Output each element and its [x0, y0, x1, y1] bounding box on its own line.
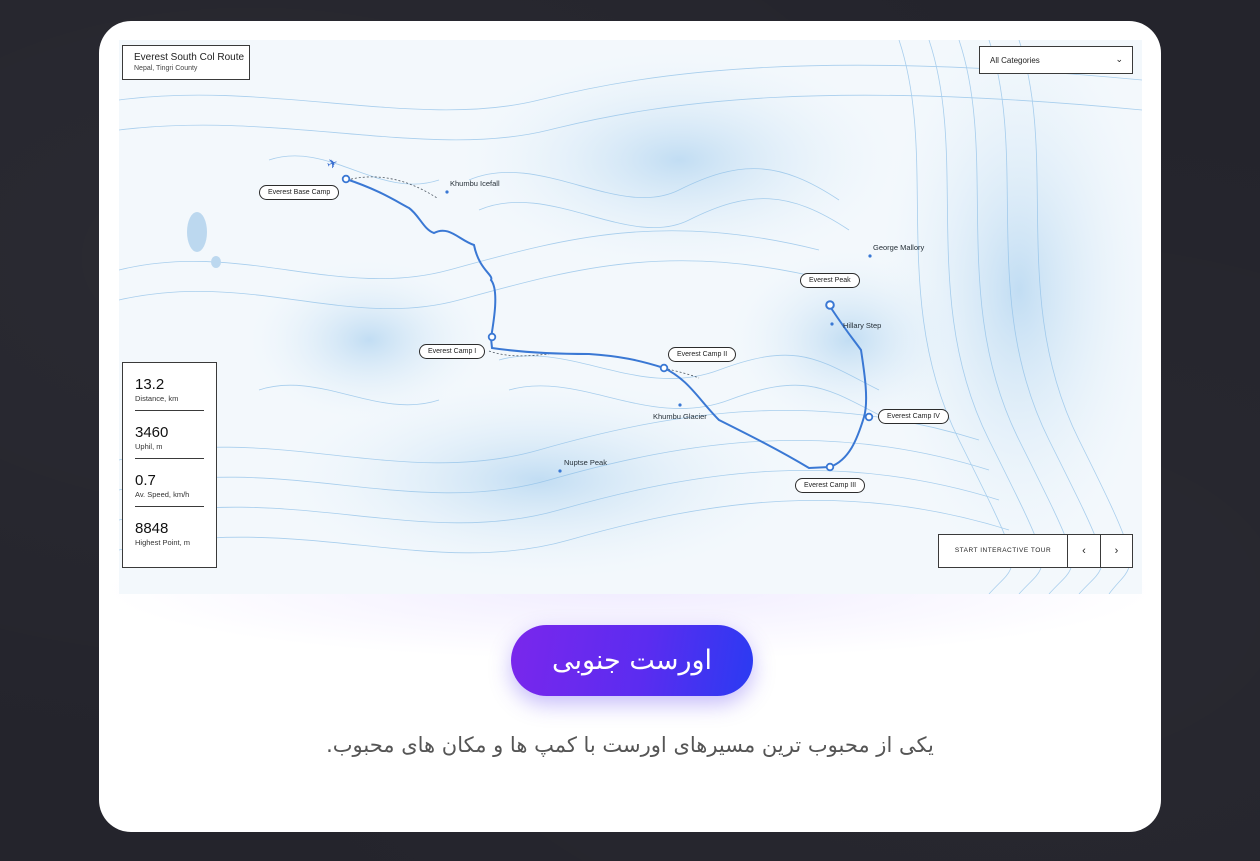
route-card: ✈ Everest South Col Route Nepal, Tingri … — [99, 21, 1161, 832]
camp-label-camp3[interactable]: Everest Camp III — [795, 478, 866, 493]
stat-highest-point: 8848 Highest Point, m — [135, 507, 204, 555]
place-khumbu-glacier: Khumbu Glacier — [653, 412, 707, 421]
route-heading-button[interactable]: اورست جنوبی — [511, 625, 753, 696]
terrain-contours — [119, 40, 1142, 594]
route-title: Everest South Col Route — [134, 52, 245, 63]
camp-label-camp2[interactable]: Everest Camp II — [668, 347, 737, 362]
route-subtitle: Nepal, Tingri County — [134, 65, 198, 72]
stat-label: Uphil, m — [135, 442, 163, 451]
tour-controls: START INTERACTIVE TOUR ‹ › — [938, 534, 1133, 568]
chevron-left-icon[interactable]: ‹ — [1068, 535, 1101, 567]
route-stats-panel: 13.2 Distance, km 3460 Uphil, m 0.7 Av. … — [122, 362, 217, 568]
stat-label: Distance, km — [135, 394, 179, 403]
stat-distance: 13.2 Distance, km — [135, 363, 204, 411]
stat-label: Av. Speed, km/h — [135, 490, 190, 499]
place-khumbu-icefall: Khumbu Icefall — [450, 179, 500, 188]
start-tour-button[interactable]: START INTERACTIVE TOUR — [939, 535, 1068, 567]
place-george-mallory: George Mallory — [873, 243, 925, 252]
stat-value: 3460 — [135, 424, 169, 441]
camp-label-camp1[interactable]: Everest Camp I — [419, 344, 486, 359]
camp-label-peak[interactable]: Everest Peak — [800, 273, 860, 288]
camp-label-camp4[interactable]: Everest Camp IV — [878, 409, 949, 424]
stat-speed: 0.7 Av. Speed, km/h — [135, 459, 204, 507]
chevron-down-icon: ⌄ — [1115, 54, 1123, 64]
stat-label: Highest Point, m — [135, 538, 191, 547]
stat-uphill: 3460 Uphil, m — [135, 411, 204, 459]
chevron-right-icon[interactable]: › — [1101, 535, 1132, 567]
place-hillary-step: Hillary Step — [843, 321, 882, 330]
category-value: All Categories — [990, 56, 1040, 65]
camp-label-base[interactable]: Everest Base Camp — [259, 185, 340, 200]
topographic-map[interactable]: ✈ Everest South Col Route Nepal, Tingri … — [119, 40, 1142, 594]
route-description: یکی از محبوب ترین مسیرهای اورست با کمپ ه… — [326, 733, 934, 757]
category-select[interactable]: All Categories ⌄ — [979, 46, 1133, 74]
place-nuptse-peak: Nuptse Peak — [564, 458, 607, 467]
stat-value: 8848 — [135, 520, 169, 537]
route-info-box: Everest South Col Route Nepal, Tingri Co… — [122, 45, 250, 80]
stat-value: 0.7 — [135, 472, 156, 489]
stat-value: 13.2 — [135, 376, 165, 393]
